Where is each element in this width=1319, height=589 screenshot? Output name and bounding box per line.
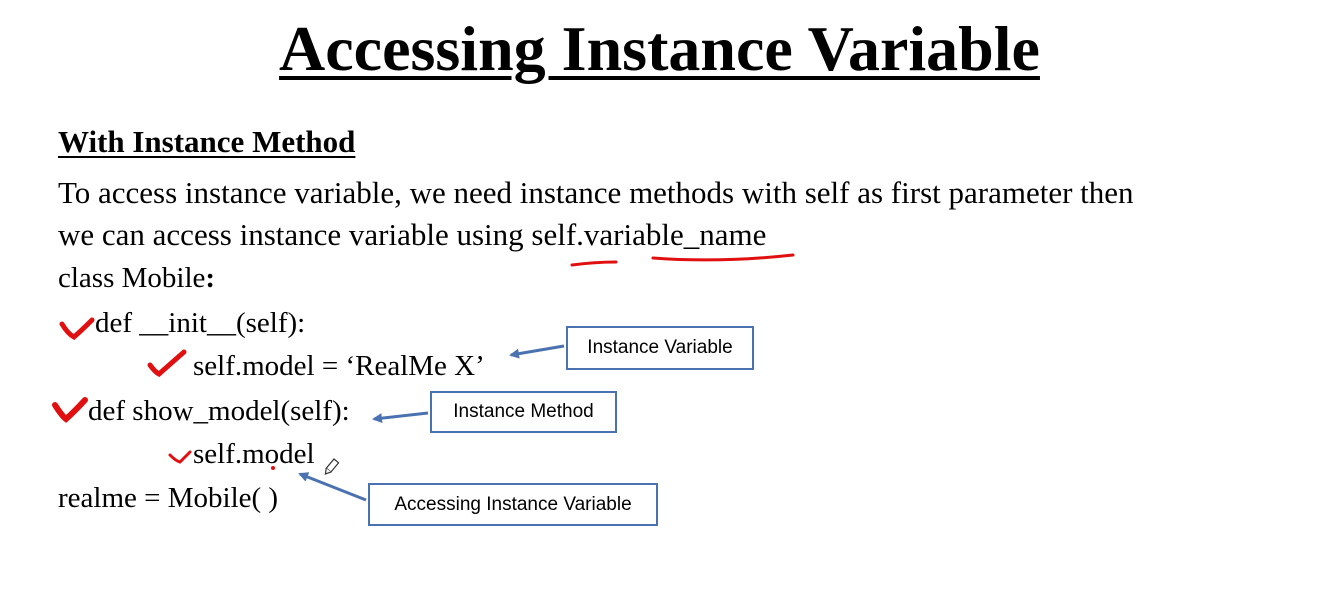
callout-instance-variable: Instance Variable xyxy=(566,326,754,370)
code-class-text: class Mobile xyxy=(58,262,206,294)
underline-variable-name-mark xyxy=(651,253,795,262)
paragraph-line-2: we can access instance variable using se… xyxy=(58,217,766,253)
arrow-instance-variable-icon xyxy=(509,344,565,359)
code-realme-line: realme = Mobile( ) xyxy=(58,482,279,514)
code-init-line: def __init__(self): xyxy=(95,307,306,339)
section-heading: With Instance Method xyxy=(58,124,356,159)
paragraph-line-1: To access instance variable, we need ins… xyxy=(58,175,1134,210)
check-mark-self-model-access-icon xyxy=(168,450,192,464)
arrow-instance-method-icon xyxy=(372,411,429,424)
callout-instance-method: Instance Method xyxy=(430,391,617,433)
pencil-cursor-icon xyxy=(324,458,340,475)
code-show-model-line: def show_model(self): xyxy=(88,395,350,427)
code-class-line: class Mobile: xyxy=(58,262,215,295)
self-variable-name-text: self.variable_name xyxy=(531,217,767,252)
underline-self-mark xyxy=(570,260,618,267)
code-class-colon: : xyxy=(205,262,216,294)
paragraph-line-2-prefix: we can access instance variable using xyxy=(58,217,532,252)
page-title: Accessing Instance Variable xyxy=(279,13,1040,84)
callout-accessing-instance-variable: Accessing Instance Variable xyxy=(368,483,658,526)
check-mark-init-icon xyxy=(59,317,95,340)
code-self-model-assign-line: self.model = ‘RealMe X’ xyxy=(193,350,485,382)
check-mark-show-model-icon xyxy=(52,397,88,423)
check-mark-self-model-icon xyxy=(147,349,187,377)
code-self-model-access-line: self.model xyxy=(193,438,315,470)
arrow-accessing-instance-variable-icon xyxy=(298,472,367,502)
